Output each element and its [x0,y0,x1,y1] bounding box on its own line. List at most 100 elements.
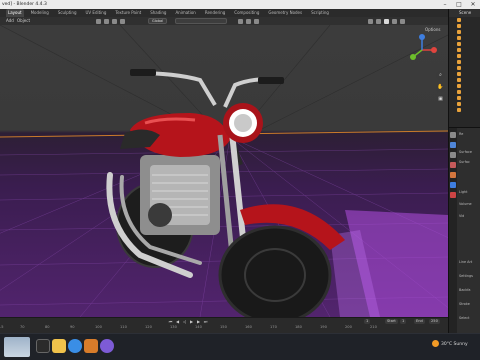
object-icon [457,72,461,76]
object-icon [457,66,461,70]
tick-label: -5 [0,325,4,329]
search-field[interactable] [175,18,227,24]
prop-row: Settings [459,274,473,278]
start-frame[interactable]: 1 [400,319,407,324]
workspace-tabs: Layout Modeling Sculpting UV Editing Tex… [0,9,448,17]
tick-label: 110 [120,325,127,329]
pivot-icon[interactable] [104,18,109,24]
current-frame[interactable]: 1 [364,319,371,324]
tick-label: 140 [195,325,202,329]
tick-label: 90 [70,325,75,329]
tab-scripting[interactable]: Scripting [309,9,331,17]
outliner-properties-panel: Scene Re Surface Surfac Light Volume Vid… [448,9,480,333]
scene-icon[interactable] [450,162,456,168]
tab-animation[interactable]: Animation [173,9,197,17]
minimize-icon[interactable]: – [438,0,452,9]
browser-icon[interactable] [68,339,82,353]
jump-start-icon[interactable]: ⏮ [168,319,173,324]
overlays-icon[interactable] [368,18,373,24]
tick-label: 200 [345,325,352,329]
output-icon[interactable] [450,152,456,158]
tab-rendering[interactable]: Rendering [203,9,227,17]
tab-sculpting[interactable]: Sculpting [56,9,79,17]
settings-icon[interactable] [254,18,259,24]
solid-shading-icon[interactable] [384,18,389,24]
tab-layout[interactable]: Layout [6,9,24,17]
outliner-row[interactable] [449,107,480,113]
render-icon[interactable] [450,142,456,148]
end-frame[interactable]: 250 [429,319,440,324]
window-titlebar: ved] - Blender 4.4.3 – □ ✕ [0,0,480,9]
menu-add[interactable]: Add [6,17,14,25]
transform-tools [96,18,125,24]
prop-row: Backfa [459,288,471,292]
object-icon [457,78,461,82]
object-icon[interactable] [450,172,456,178]
shading-tools [368,18,405,24]
weather-text: 30°C Sunny [441,342,468,347]
material-shading-icon[interactable] [392,18,397,24]
object-icon [457,18,461,22]
menu-object[interactable]: Object [17,17,30,25]
tick-label: 180 [295,325,302,329]
scene-label[interactable]: Scene [449,9,480,17]
windows-start-icon[interactable] [36,339,50,353]
object-icon [457,90,461,94]
play-icon[interactable]: ▶ [189,319,194,324]
zoom-icon[interactable]: ⌕ [436,71,445,80]
weather-widget[interactable]: 30°C Sunny [432,340,468,347]
tab-texture-paint[interactable]: Texture Paint [113,9,143,17]
material-icon[interactable] [450,192,456,198]
maximize-icon[interactable]: □ [452,0,466,9]
tick-label: 100 [95,325,102,329]
tab-modeling[interactable]: Modeling [29,9,51,17]
file-explorer-icon[interactable] [52,339,66,353]
play-reverse-icon[interactable]: ◁ [182,319,187,324]
object-icon [457,54,461,58]
object-icon [457,108,461,112]
xray-icon[interactable] [376,18,381,24]
timeline-panel: ⏮ ◀ ◁ ▶ ▶ ⏭ 1 Start 1 End 250 -5 70 80 9… [0,317,448,333]
playback-controls: ⏮ ◀ ◁ ▶ ▶ ⏭ [168,319,208,324]
object-icon [457,36,461,40]
properties-editor: Re Surface Surfac Light Volume Vid Line … [449,127,480,333]
object-icon [457,48,461,52]
pan-hand-icon[interactable]: ✋ [436,83,445,92]
prev-key-icon[interactable]: ◀ [175,319,180,324]
prop-row: Surfac [459,160,470,164]
visibility-icon[interactable] [246,18,251,24]
app-icon[interactable] [100,339,114,353]
jump-end-icon[interactable]: ⏭ [203,319,208,324]
filter-icon[interactable] [238,18,243,24]
tick-label: 160 [245,325,252,329]
tab-shading[interactable]: Shading [148,9,168,17]
camera-view-icon[interactable]: ▣ [436,95,445,104]
prop-row: Stroke [459,302,470,306]
tab-uv-editing[interactable]: UV Editing [84,9,109,17]
rendered-shading-icon[interactable] [400,18,405,24]
window-title: ved] - Blender 4.4.3 [2,2,47,7]
prop-row: Light [459,190,468,194]
tick-label: 150 [220,325,227,329]
orientation-dropdown[interactable]: Global [148,18,168,24]
object-icon [457,60,461,64]
navigation-gizmo[interactable] [405,33,439,67]
tab-compositing[interactable]: Compositing [232,9,261,17]
tick-label: 130 [170,325,177,329]
start-label: Start [385,319,398,324]
tab-geometry-nodes[interactable]: Geometry Nodes [266,9,304,17]
3d-viewport[interactable]: ⌕ ✋ ▣ [0,25,448,317]
scene-render [0,25,448,317]
tool-icon[interactable] [450,132,456,138]
next-key-icon[interactable]: ▶ [196,319,201,324]
tick-label: 120 [145,325,152,329]
close-icon[interactable]: ✕ [466,0,480,9]
blender-icon[interactable] [84,339,98,353]
proportional-edit-icon[interactable] [120,18,125,24]
window-thumbnail[interactable] [4,337,30,357]
blender-app-window: ved] - Blender 4.4.3 – □ ✕ Layout Modeli… [0,0,480,360]
viewport-options-label[interactable]: Options [425,27,440,32]
snap-icon[interactable] [112,18,117,24]
transform-orientation-icon[interactable] [96,18,101,24]
modifier-icon[interactable] [450,182,456,188]
